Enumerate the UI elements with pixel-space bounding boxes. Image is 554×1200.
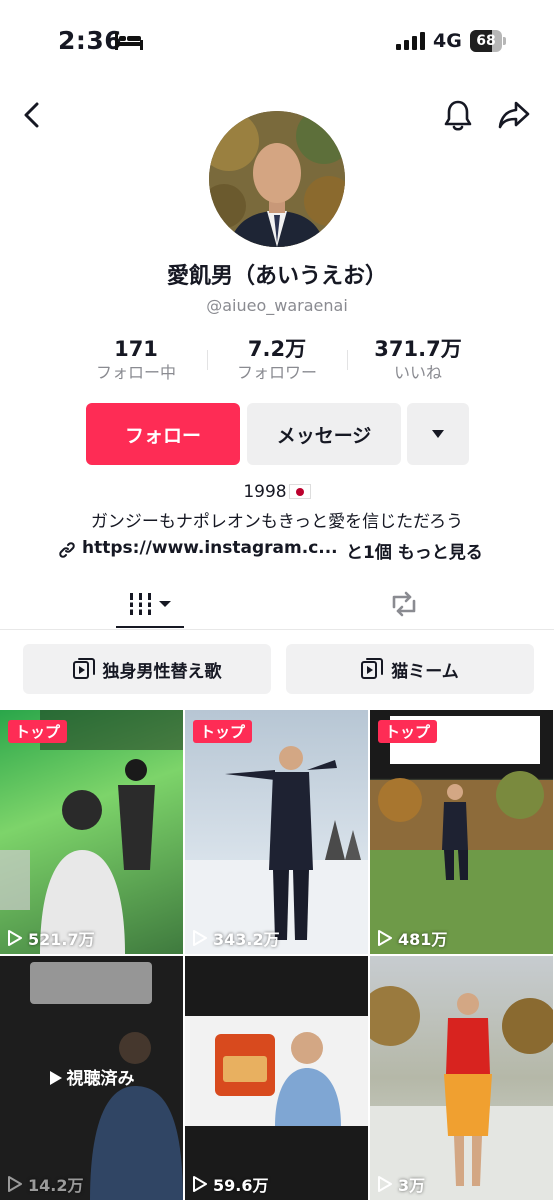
video-thumbnail[interactable]: トップ 343.2万 bbox=[185, 710, 368, 954]
following-count: 171 bbox=[114, 337, 158, 361]
caret-down-icon bbox=[432, 430, 444, 438]
pinned-badge: トップ bbox=[378, 720, 438, 743]
bio-link-row: https://www.instagram.c... と1個 もっと見る bbox=[58, 538, 508, 563]
view-count: 59.6万 bbox=[193, 1172, 268, 1196]
suggested-accounts-button[interactable] bbox=[407, 403, 469, 465]
view-count: 3万 bbox=[378, 1172, 425, 1196]
thumbnail-image bbox=[185, 746, 368, 954]
watched-text: 視聴済み bbox=[66, 1069, 135, 1089]
play-icon bbox=[8, 930, 22, 946]
bio-year-line: 1998 bbox=[0, 482, 554, 502]
status-time: 2:36 bbox=[58, 26, 123, 55]
followers-count: 7.2万 bbox=[247, 337, 307, 361]
view-count-value: 521.7万 bbox=[28, 930, 95, 949]
playlist-icon bbox=[361, 658, 384, 679]
message-button[interactable]: メッセージ bbox=[247, 403, 401, 465]
video-thumbnail[interactable]: 59.6万 bbox=[185, 956, 368, 1200]
view-count-value: 481万 bbox=[398, 930, 448, 949]
stat-following[interactable]: 171 フォロー中 bbox=[66, 336, 206, 384]
tab-videos[interactable] bbox=[116, 578, 184, 630]
bio-more-link[interactable]: と1個 もっと見る bbox=[346, 538, 483, 563]
japan-flag-icon bbox=[288, 484, 311, 499]
view-count-value: 343.2万 bbox=[213, 930, 280, 949]
view-count-value: 3万 bbox=[398, 1176, 426, 1195]
share-arrow-icon bbox=[498, 101, 530, 129]
watched-label: 視聴済み bbox=[0, 1064, 183, 1089]
notification-button[interactable] bbox=[438, 95, 478, 135]
signal-icon bbox=[396, 32, 425, 50]
share-button[interactable] bbox=[494, 95, 534, 135]
tab-reposts[interactable] bbox=[370, 578, 438, 630]
likes-label: いいね bbox=[393, 363, 442, 382]
avatar-image bbox=[209, 111, 345, 247]
play-icon bbox=[378, 1176, 392, 1192]
play-icon bbox=[49, 1071, 62, 1085]
thumbnail-image bbox=[0, 710, 183, 954]
playlist-button[interactable]: 猫ミーム bbox=[286, 644, 534, 694]
video-thumbnail[interactable]: 視聴済み 14.2万 bbox=[0, 956, 183, 1200]
playlist-icon bbox=[72, 658, 95, 679]
bed-icon bbox=[115, 32, 143, 50]
view-count-value: 14.2万 bbox=[28, 1176, 84, 1195]
play-icon bbox=[193, 930, 207, 946]
bio-year: 1998 bbox=[243, 482, 287, 502]
followers-label: フォロワー bbox=[236, 363, 317, 382]
following-label: フォロー中 bbox=[95, 363, 176, 382]
thumbnail-image bbox=[370, 986, 553, 1200]
network-label: 4G bbox=[433, 30, 462, 52]
bio-link[interactable]: https://www.instagram.c... bbox=[82, 538, 338, 558]
back-button[interactable] bbox=[12, 95, 52, 135]
bell-icon bbox=[444, 100, 472, 131]
view-count-value: 59.6万 bbox=[213, 1176, 269, 1195]
chevron-left-icon bbox=[24, 102, 39, 128]
view-count: 14.2万 bbox=[8, 1172, 83, 1196]
video-thumbnail[interactable]: トップ 481万 bbox=[370, 710, 553, 954]
thumbnail-image bbox=[370, 716, 553, 954]
follow-button[interactable]: フォロー bbox=[86, 403, 240, 465]
pinned-badge: トップ bbox=[193, 720, 253, 743]
status-bar: 2:36 4G 68 bbox=[0, 0, 554, 80]
tab-active-indicator bbox=[116, 626, 184, 628]
battery-level: 68 bbox=[476, 33, 496, 49]
video-thumbnail[interactable]: トップ 521.7万 bbox=[0, 710, 183, 954]
avatar[interactable] bbox=[209, 111, 345, 247]
tab-divider bbox=[0, 629, 554, 630]
repost-icon bbox=[392, 591, 416, 617]
likes-count: 371.7万 bbox=[374, 337, 462, 361]
thumbnail-image bbox=[185, 1016, 368, 1126]
play-icon bbox=[8, 1176, 22, 1192]
playlist-label: 独身男性替え歌 bbox=[102, 661, 222, 682]
playlist-button[interactable]: 独身男性替え歌 bbox=[23, 644, 271, 694]
view-count: 343.2万 bbox=[193, 926, 280, 950]
view-count: 481万 bbox=[378, 926, 447, 950]
play-icon bbox=[193, 1176, 207, 1192]
username: @aiueo_waraenai bbox=[206, 296, 348, 315]
profile-stats: 171 フォロー中 7.2万 フォロワー 371.7万 いいね bbox=[0, 336, 554, 386]
video-thumbnail[interactable]: 3万 bbox=[370, 956, 553, 1200]
view-count: 521.7万 bbox=[8, 926, 95, 950]
playlist-label: 猫ミーム bbox=[391, 661, 459, 682]
battery-icon: 68 bbox=[470, 30, 506, 52]
grid-icon bbox=[129, 593, 171, 615]
display-name: 愛飢男（あいうえお） bbox=[166, 264, 387, 289]
stat-followers[interactable]: 7.2万 フォロワー bbox=[207, 336, 347, 384]
bio-text: ガンジーもナポレオンもきっと愛を信じただろう bbox=[90, 512, 464, 532]
play-icon bbox=[378, 930, 392, 946]
stat-likes[interactable]: 371.7万 いいね bbox=[348, 336, 488, 384]
link-icon bbox=[59, 542, 75, 558]
pinned-badge: トップ bbox=[8, 720, 68, 743]
